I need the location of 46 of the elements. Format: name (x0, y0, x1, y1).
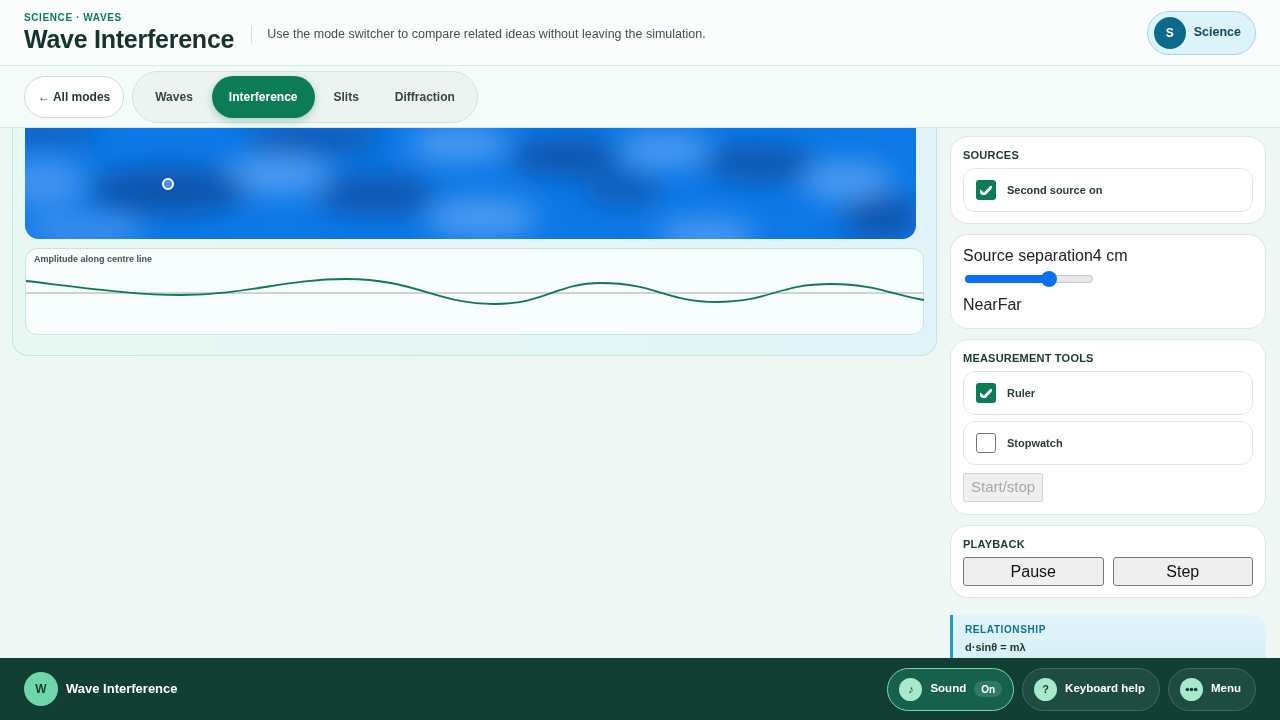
page-description: Use the mode switcher to compare related ideas without leaving the simulation. (267, 26, 706, 44)
option-label: Second source on (1007, 182, 1103, 198)
formula-text: d·sinθ = mλ (965, 640, 1027, 654)
subject-avatar: S (1153, 16, 1186, 49)
playback-button[interactable]: Pause (963, 557, 1104, 586)
playback-button[interactable]: Step (1112, 557, 1253, 586)
checkbox[interactable] (976, 433, 996, 453)
all-modes-button[interactable]: ← All modes (24, 75, 125, 118)
checkbox[interactable] (976, 383, 996, 403)
keyboard-help-button[interactable]: ? Keyboard help (1022, 667, 1160, 711)
slider-thumb[interactable] (1041, 271, 1058, 287)
checkmark-icon (980, 388, 992, 398)
chart-title: Amplitude along centre line (33, 253, 153, 265)
subject-badge[interactable]: S Science (1146, 10, 1256, 55)
app-avatar: W (24, 672, 58, 706)
eyebrow-label: SCIENCE · WAVES (24, 11, 123, 24)
separation-slider[interactable] (965, 271, 1093, 287)
card-heading: PLAYBACK (963, 537, 1026, 551)
option-label: Ruler (1007, 385, 1036, 401)
card-heading: SOURCES (963, 148, 1020, 162)
slider-value: 4 cm (1092, 246, 1128, 266)
menu-button[interactable]: Menu (1167, 667, 1256, 711)
wave-field[interactable] (25, 128, 916, 239)
sound-state-badge: On (974, 681, 1003, 697)
option-row[interactable]: Second source on (963, 168, 1253, 212)
mode-tab[interactable]: Slits (316, 75, 376, 118)
page-title: Wave Interference (24, 24, 235, 54)
app-title: Wave Interference (66, 680, 178, 699)
card-heading: MEASUREMENT TOOLS (963, 351, 1095, 365)
option-row[interactable]: Stopwatch (963, 421, 1253, 465)
subject-label: Science (1193, 24, 1241, 42)
music-note-icon: ♪ (899, 677, 923, 701)
checkmark-icon (980, 185, 992, 195)
slider-label: Source separation (963, 246, 1093, 266)
option-label: Stopwatch (1007, 435, 1063, 451)
help-icon: ? (1034, 677, 1058, 701)
slider-min-label: Near (963, 295, 998, 315)
sound-button[interactable]: ♪ Sound On (887, 667, 1015, 711)
mode-tab[interactable]: Waves (138, 75, 210, 118)
mode-tab[interactable]: Interference (211, 75, 315, 118)
more-dots-icon (1179, 677, 1203, 701)
option-row[interactable]: Ruler (963, 371, 1253, 415)
card-heading: RELATIONSHIP (965, 624, 1047, 636)
slider-max-label: Far (997, 295, 1022, 315)
checkbox[interactable] (976, 180, 996, 200)
mode-tab[interactable]: Diffraction (377, 75, 472, 118)
